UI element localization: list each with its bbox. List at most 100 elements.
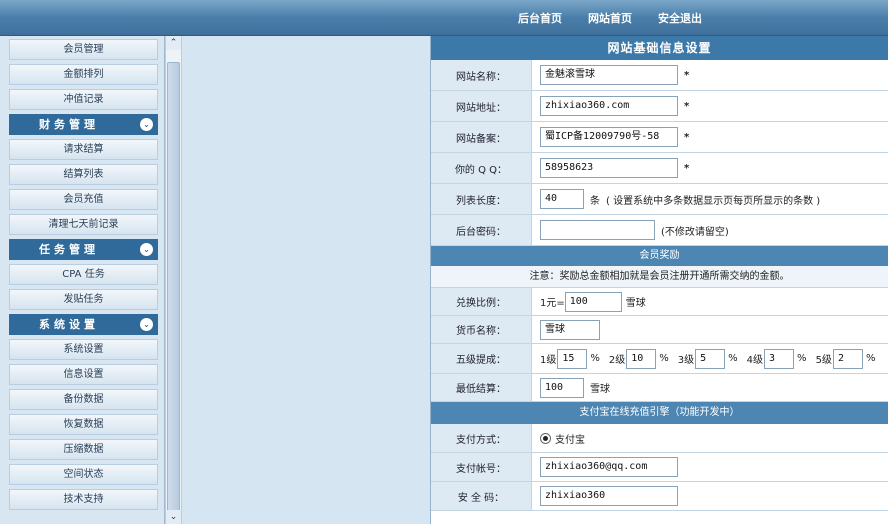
sidebar: 会员管理金额排列冲值记录财务管理 ⌄ 请求结算结算列表会员充值清理七天前记录 任务管理… [0, 36, 165, 524]
sidebar-item[interactable]: 结算列表 [9, 164, 158, 185]
sidebar-group-header[interactable]: 系统设置 ⌄ [9, 314, 158, 335]
sidebar-item[interactable]: 系统设置 [9, 339, 158, 360]
level-unit: % [659, 353, 669, 364]
currency-name-input[interactable]: 雪球 [540, 319, 600, 340]
nav-site-home[interactable]: 网站首页 [588, 10, 632, 26]
sidebar-item[interactable]: 会员管理 [9, 39, 158, 60]
reward-note: 注意：奖励总金额相加就是会员注册开通所需交纳的金额。 [431, 266, 888, 288]
level-group: 1级 15% [540, 348, 600, 369]
sidebar-item[interactable]: 清理七天前记录 [9, 214, 158, 235]
sidebar-item[interactable]: 请求结算 [9, 139, 158, 160]
exchange-ratio-prefix: 1元= [540, 298, 565, 309]
exchange-ratio-label: 兑换比例： [431, 288, 532, 315]
sidebar-item[interactable]: 空间状态 [9, 464, 158, 485]
scroll-down-arrow-icon[interactable]: ⌄ [166, 510, 181, 524]
payment-section-title: 支付宝在线充值引擎（功能开发中） [431, 402, 888, 424]
nav-admin-home[interactable]: 后台首页 [518, 10, 562, 26]
site-icp-label: 网站备案： [431, 122, 532, 152]
admin-password-label: 后台密码： [431, 215, 532, 245]
qq-input[interactable]: 58958623 [540, 158, 678, 178]
required-mark: * [684, 162, 690, 174]
row-exchange-ratio: 兑换比例： 1元= 100 雪球 [431, 288, 888, 316]
row-security-code: 安 全 码： zhixiao360 [431, 482, 888, 511]
required-mark: * [684, 131, 690, 143]
row-site-icp: 网站备案： 蜀ICP备12009790号-58 * [431, 122, 888, 153]
scroll-up-arrow-icon[interactable]: ⌃ [166, 36, 181, 50]
row-admin-password: 后台密码： (不修改请留空) [431, 215, 888, 246]
sidebar-group-header[interactable]: 财务管理 ⌄ [9, 114, 158, 135]
level-name: 5级 [815, 355, 832, 366]
admin-password-note: (不修改请留空) [661, 226, 729, 238]
level-rate-input[interactable]: 3 [764, 348, 795, 369]
list-length-label: 列表长度： [431, 184, 532, 214]
row-payment-account: 支付帐号： zhixiao360@qq.com [431, 453, 888, 482]
site-name-input[interactable]: 金魅滚雪球 [540, 65, 678, 85]
sidebar-group-header[interactable]: 任务管理 ⌄ [9, 239, 158, 260]
sidebar-item[interactable]: 发贴任务 [9, 289, 158, 310]
top-nav: 后台首页 网站首页 安全退出 [518, 10, 728, 26]
sidebar-item[interactable]: 会员充值 [9, 189, 158, 210]
sidebar-item[interactable]: 备份数据 [9, 389, 158, 410]
collapse-chevron-icon[interactable]: ⌄ [140, 318, 153, 331]
settings-panel: 网站基础信息设置 网站名称： 金魅滚雪球 * 网站地址： zhixiao360.… [430, 36, 888, 524]
list-length-unit: 条 [590, 195, 600, 207]
level-group: 5级 2% [815, 348, 876, 369]
row-level-commission: 五级提成： 1级 15% 2级 10% 3级 5% 4级 3% 5级 2% [431, 344, 888, 374]
level-group: 2级 10% [608, 348, 669, 369]
row-qq: 你的 Q Q： 58958623 * [431, 153, 888, 184]
collapse-chevron-icon[interactable]: ⌄ [140, 118, 153, 131]
level-unit: % [590, 353, 600, 364]
row-payment-method: 支付方式： 支付宝 [431, 424, 888, 453]
sidebar-item[interactable]: CPA 任务 [9, 264, 158, 285]
admin-password-input[interactable] [540, 220, 655, 240]
min-settlement-input[interactable]: 100 [540, 377, 584, 398]
security-code-input[interactable]: zhixiao360 [540, 486, 678, 506]
qq-label: 你的 Q Q： [431, 153, 532, 183]
collapse-chevron-icon[interactable]: ⌄ [140, 243, 153, 256]
reward-section-title: 会员奖励 [431, 246, 888, 266]
payment-method-label: 支付方式： [431, 424, 532, 452]
site-icp-input[interactable]: 蜀ICP备12009790号-58 [540, 127, 678, 147]
level-unit: % [865, 353, 876, 364]
level-rate-input[interactable]: 2 [832, 348, 863, 369]
row-site-url: 网站地址： zhixiao360.com * [431, 91, 888, 122]
scroll-thumb[interactable] [167, 62, 180, 512]
sidebar-item[interactable]: 恢复数据 [9, 414, 158, 435]
level-name: 1级 [540, 355, 557, 366]
site-name-label: 网站名称： [431, 60, 532, 90]
payment-account-label: 支付帐号： [431, 453, 532, 481]
list-length-input[interactable]: 40 [540, 189, 584, 209]
sidebar-item[interactable]: 冲值记录 [9, 89, 158, 110]
level-name: 4级 [746, 355, 764, 366]
level-rate-input[interactable]: 5 [695, 348, 726, 369]
site-url-label: 网站地址： [431, 91, 532, 121]
sidebar-group-label: 系统设置 [39, 318, 99, 331]
sidebar-group-label: 财务管理 [39, 118, 99, 131]
row-min-settlement: 最低结算： 100 雪球 [431, 374, 888, 402]
level-name: 2级 [608, 355, 626, 366]
level-unit: % [728, 353, 738, 364]
sidebar-item[interactable]: 压缩数据 [9, 439, 158, 460]
section-title: 网站基础信息设置 [431, 36, 888, 60]
alipay-option-label: 支付宝 [555, 434, 585, 446]
exchange-ratio-input[interactable]: 100 [564, 291, 622, 312]
security-code-label: 安 全 码： [431, 482, 532, 510]
site-url-input[interactable]: zhixiao360.com [540, 96, 678, 116]
sidebar-item[interactable]: 信息设置 [9, 364, 158, 385]
nav-logout[interactable]: 安全退出 [658, 10, 702, 26]
row-currency-name: 货币名称： 雪球 [431, 316, 888, 344]
list-length-note: ( 设置系统中多条数据显示页每页所显示的条数 ) [606, 195, 821, 207]
required-mark: * [684, 100, 690, 112]
level-commission-label: 五级提成： [431, 344, 532, 373]
payment-account-input[interactable]: zhixiao360@qq.com [540, 457, 678, 477]
top-bar: 后台首页 网站首页 安全退出 [0, 0, 888, 36]
row-site-name: 网站名称： 金魅滚雪球 * [431, 60, 888, 91]
level-rate-input[interactable]: 10 [626, 348, 657, 369]
sidebar-scrollbar[interactable]: ⌃ ⌄ [165, 36, 182, 524]
level-rate-input[interactable]: 15 [557, 348, 588, 369]
sidebar-item[interactable]: 技术支持 [9, 489, 158, 510]
level-name: 3级 [677, 355, 695, 366]
blank-pane [182, 36, 430, 524]
sidebar-item[interactable]: 金额排列 [9, 64, 158, 85]
alipay-radio[interactable] [540, 432, 551, 444]
